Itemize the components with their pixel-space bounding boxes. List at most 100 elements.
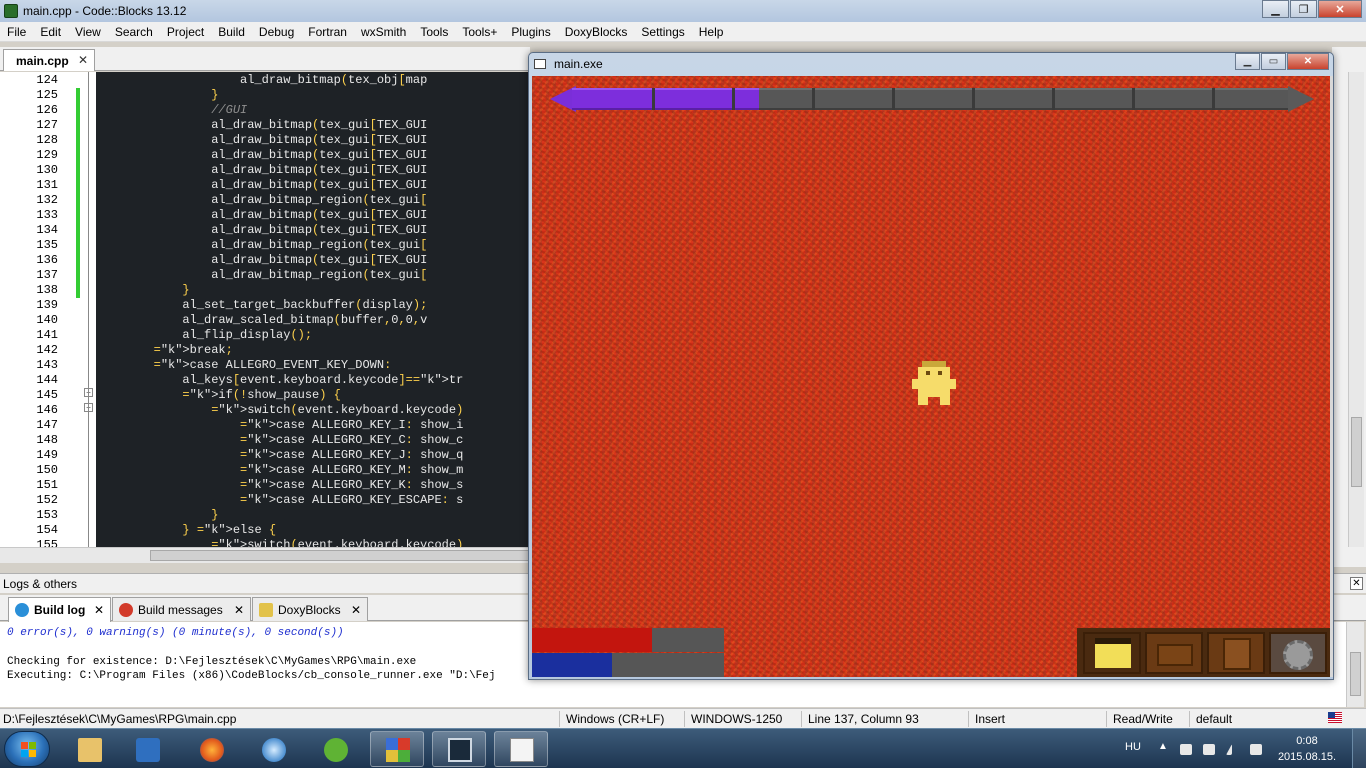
taskbar-firefox[interactable] [184, 731, 238, 767]
system-clock[interactable]: 0:08 2015.08.15. [1276, 733, 1338, 765]
tab-close-button[interactable]: ✕ [94, 603, 104, 617]
code-line[interactable]: al_draw_bitmap(tex_gui[TEX_GUI [96, 148, 427, 163]
taskbar-console[interactable] [432, 731, 486, 767]
code-line[interactable]: } [96, 283, 189, 298]
show-desktop-button[interactable] [1352, 729, 1366, 768]
code-line[interactable]: al_draw_scaled_bitmap(buffer,0,0,v [96, 313, 427, 328]
code-line[interactable]: al_draw_bitmap(tex_gui[TEX_GUI [96, 253, 427, 268]
menu-tools-plus[interactable]: Tools+ [455, 25, 504, 39]
taskbar-utorrent[interactable] [308, 731, 362, 767]
changed-lines-marker [76, 88, 80, 298]
menu-debug[interactable]: Debug [252, 25, 301, 39]
inventory-button[interactable] [1145, 632, 1203, 674]
tab-close-button[interactable]: ✕ [78, 53, 88, 67]
code-line[interactable]: al_draw_bitmap_region(tex_gui[ [96, 238, 427, 253]
editor-horizontal-scrollbar[interactable] [0, 547, 710, 563]
code-editor[interactable]: 124 125 126 127 128 129 130 131 132 133 134 135 136 1… [0, 72, 530, 547]
close-button[interactable]: ✕ [1287, 53, 1329, 70]
editor-vertical-scrollbar[interactable] [1348, 72, 1364, 547]
code-line[interactable]: al_flip_display(); [96, 328, 312, 343]
taskbar-network-app[interactable] [246, 731, 300, 767]
flag-tray-icon[interactable] [1180, 744, 1192, 755]
menu-edit[interactable]: Edit [33, 25, 68, 39]
menu-search[interactable]: Search [108, 25, 160, 39]
menu-doxyblocks[interactable]: DoxyBlocks [558, 25, 635, 39]
line-number: 138 [36, 283, 58, 297]
tab-close-button[interactable]: ✕ [234, 603, 244, 617]
game-canvas[interactable] [532, 76, 1332, 677]
menu-wxsmith[interactable]: wxSmith [354, 25, 413, 39]
game-window[interactable]: main.exe ▁ ▭ ✕ [528, 52, 1334, 680]
code-line[interactable]: ="k">if(!show_pause) { [96, 388, 340, 403]
taskbar-main-exe[interactable] [494, 731, 548, 767]
code-line[interactable]: ="k">switch(event.keyboard.keycode) [96, 538, 463, 547]
tray-device-icon[interactable] [1203, 744, 1215, 755]
code-line[interactable]: //GUI [96, 103, 247, 118]
line-number: 139 [36, 298, 58, 312]
menu-tools[interactable]: Tools [413, 25, 455, 39]
menu-build[interactable]: Build [211, 25, 252, 39]
minimize-button[interactable]: ▁ [1235, 53, 1260, 70]
code-line[interactable]: ="k">case ALLEGRO_KEY_ESCAPE: s [96, 493, 463, 508]
network-signal-icon[interactable] [1226, 744, 1232, 755]
menu-fortran[interactable]: Fortran [301, 25, 354, 39]
code-line[interactable]: al_set_target_backbuffer(display); [96, 298, 427, 313]
start-button[interactable] [4, 731, 50, 767]
line-number: 134 [36, 223, 58, 237]
code-line[interactable]: al_draw_bitmap_region(tex_gui[ [96, 268, 427, 283]
code-line[interactable]: ="k">case ALLEGRO_KEY_J: show_q [96, 448, 463, 463]
menu-settings[interactable]: Settings [634, 25, 691, 39]
window-titlebar: main.cpp - Code::Blocks 13.12 ▁ ❐ ✕ [0, 0, 1366, 22]
code-line[interactable]: al_draw_bitmap(tex_gui[TEX_GUI [96, 223, 427, 238]
volume-icon[interactable] [1250, 744, 1262, 755]
tab-build-log[interactable]: Build log ✕ [8, 597, 111, 622]
code-line[interactable]: al_draw_bitmap(tex_obj[map [96, 73, 427, 88]
menu-view[interactable]: View [68, 25, 108, 39]
menu-file[interactable]: File [0, 25, 33, 39]
quest-book-button[interactable] [1207, 632, 1265, 674]
code-line[interactable]: al_draw_bitmap(tex_gui[TEX_GUI [96, 118, 427, 133]
code-line[interactable]: } [96, 88, 218, 103]
taskbar-media-player[interactable] [120, 731, 174, 767]
code-line[interactable]: al_draw_bitmap_region(tex_gui[ [96, 193, 427, 208]
code-line[interactable]: ="k">case ALLEGRO_KEY_I: show_i [96, 418, 463, 433]
scroll-thumb[interactable] [1351, 417, 1362, 487]
line-number: 133 [36, 208, 58, 222]
code-line[interactable]: ="k">case ALLEGRO_KEY_C: show_c [96, 433, 463, 448]
character-button[interactable] [1083, 632, 1141, 674]
tab-close-button[interactable]: ✕ [351, 603, 361, 617]
menu-project[interactable]: Project [160, 25, 211, 39]
taskbar-codeblocks[interactable] [370, 731, 424, 767]
menu-help[interactable]: Help [692, 25, 731, 39]
tab-main-cpp[interactable]: main.cpp ✕ [3, 49, 95, 71]
code-line[interactable]: ="k">case ALLEGRO_KEY_M: show_m [96, 463, 463, 478]
menu-plugins[interactable]: Plugins [504, 25, 557, 39]
code-line[interactable]: al_draw_bitmap(tex_gui[TEX_GUI [96, 178, 427, 193]
code-line[interactable]: al_draw_bitmap(tex_gui[TEX_GUI [96, 208, 427, 223]
code-line[interactable]: al_draw_bitmap(tex_gui[TEX_GUI [96, 163, 427, 178]
settings-button[interactable] [1269, 632, 1327, 674]
language-indicator[interactable]: HU [1125, 741, 1141, 753]
tray-expand-icon[interactable]: ▲ [1158, 741, 1168, 752]
code-line[interactable]: ="k">switch(event.keyboard.keycode) [96, 403, 463, 418]
logs-close-button[interactable]: ✕ [1350, 577, 1363, 590]
code-area[interactable]: al_draw_bitmap(tex_obj[map } //GUI al_dr… [96, 72, 530, 547]
maximize-button[interactable]: ❐ [1290, 0, 1317, 18]
log-vertical-scrollbar[interactable] [1346, 622, 1364, 707]
maximize-button[interactable]: ▭ [1261, 53, 1286, 70]
code-line[interactable]: ="k">case ALLEGRO_EVENT_KEY_DOWN: [96, 358, 392, 373]
code-line[interactable]: } [96, 508, 218, 523]
code-line[interactable]: ="k">break; [96, 343, 233, 358]
minimize-button[interactable]: ▁ [1262, 0, 1289, 18]
log-line: Executing: C:\Program Files (x86)\CodeBl… [7, 670, 496, 682]
taskbar-explorer[interactable] [62, 731, 116, 767]
close-button[interactable]: ✕ [1318, 0, 1362, 18]
scroll-thumb[interactable] [1350, 652, 1361, 696]
code-line[interactable]: al_draw_bitmap(tex_gui[TEX_GUI [96, 133, 427, 148]
chest-icon [1157, 644, 1193, 666]
tab-doxyblocks[interactable]: DoxyBlocks ✕ [252, 597, 368, 621]
code-line[interactable]: al_keys[event.keyboard.keycode]=="k">tr [96, 373, 463, 388]
tab-build-messages[interactable]: Build messages ✕ [112, 597, 251, 621]
code-line[interactable]: ="k">case ALLEGRO_KEY_K: show_s [96, 478, 463, 493]
code-line[interactable]: } ="k">else { [96, 523, 276, 538]
